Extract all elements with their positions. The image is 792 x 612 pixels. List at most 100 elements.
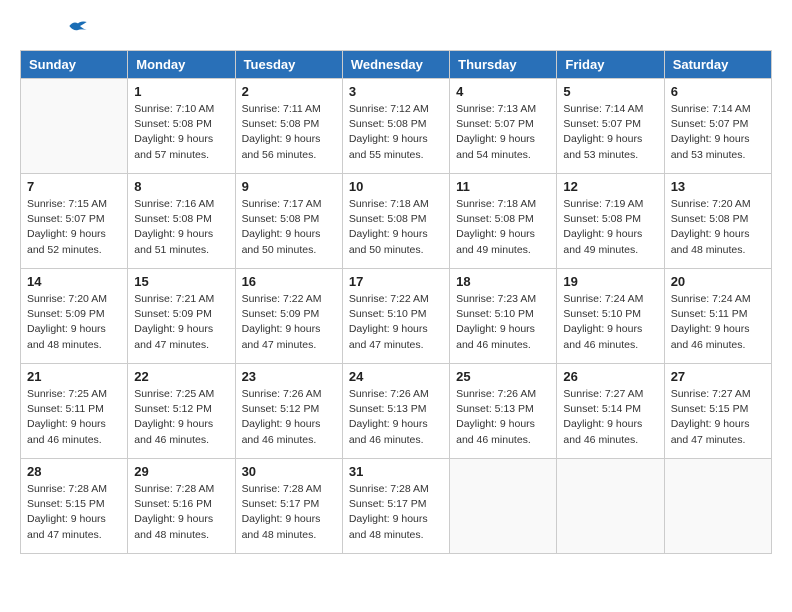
- calendar-header-friday: Friday: [557, 51, 664, 79]
- day-info: Sunrise: 7:20 AM Sunset: 5:08 PM Dayligh…: [671, 197, 765, 258]
- day-number: 10: [349, 179, 443, 194]
- day-info: Sunrise: 7:27 AM Sunset: 5:14 PM Dayligh…: [563, 387, 657, 448]
- day-info: Sunrise: 7:10 AM Sunset: 5:08 PM Dayligh…: [134, 102, 228, 163]
- day-info: Sunrise: 7:28 AM Sunset: 5:17 PM Dayligh…: [349, 482, 443, 543]
- day-info: Sunrise: 7:22 AM Sunset: 5:10 PM Dayligh…: [349, 292, 443, 353]
- calendar-day-cell: 15 Sunrise: 7:21 AM Sunset: 5:09 PM Dayli…: [128, 269, 235, 364]
- day-info: Sunrise: 7:15 AM Sunset: 5:07 PM Dayligh…: [27, 197, 121, 258]
- day-number: 19: [563, 274, 657, 289]
- day-info: Sunrise: 7:25 AM Sunset: 5:11 PM Dayligh…: [27, 387, 121, 448]
- day-number: 3: [349, 84, 443, 99]
- day-info: Sunrise: 7:16 AM Sunset: 5:08 PM Dayligh…: [134, 197, 228, 258]
- day-number: 1: [134, 84, 228, 99]
- calendar-day-cell: 1 Sunrise: 7:10 AM Sunset: 5:08 PM Daylig…: [128, 79, 235, 174]
- day-number: 4: [456, 84, 550, 99]
- day-number: 20: [671, 274, 765, 289]
- calendar-header-wednesday: Wednesday: [342, 51, 449, 79]
- day-info: Sunrise: 7:13 AM Sunset: 5:07 PM Dayligh…: [456, 102, 550, 163]
- calendar-day-cell: 24 Sunrise: 7:26 AM Sunset: 5:13 PM Dayli…: [342, 364, 449, 459]
- calendar-day-cell: 29Sunrise: 7:28 AM Sunset: 5:16 PM Dayli…: [128, 459, 235, 554]
- calendar-day-cell: 14 Sunrise: 7:20 AM Sunset: 5:09 PM Dayli…: [21, 269, 128, 364]
- calendar-day-cell: 22 Sunrise: 7:25 AM Sunset: 5:12 PM Dayli…: [128, 364, 235, 459]
- day-number: 11: [456, 179, 550, 194]
- day-info: Sunrise: 7:28 AM Sunset: 5:15 PM Dayligh…: [27, 482, 121, 543]
- calendar-body: 1 Sunrise: 7:10 AM Sunset: 5:08 PM Daylig…: [21, 79, 772, 554]
- day-number: 12: [563, 179, 657, 194]
- day-info: Sunrise: 7:28 AM Sunset: 5:17 PM Dayligh…: [242, 482, 336, 543]
- day-number: 28: [27, 464, 121, 479]
- calendar-day-cell: 11 Sunrise: 7:18 AM Sunset: 5:08 PM Dayli…: [450, 174, 557, 269]
- calendar-header-tuesday: Tuesday: [235, 51, 342, 79]
- logo-bird-icon: [68, 18, 88, 34]
- calendar-day-cell: 6 Sunrise: 7:14 AM Sunset: 5:07 PM Daylig…: [664, 79, 771, 174]
- calendar-day-cell: 26 Sunrise: 7:27 AM Sunset: 5:14 PM Dayli…: [557, 364, 664, 459]
- calendar-day-cell: [21, 79, 128, 174]
- calendar-table: SundayMondayTuesdayWednesdayThursdayFrid…: [20, 50, 772, 554]
- day-number: 5: [563, 84, 657, 99]
- day-info: Sunrise: 7:18 AM Sunset: 5:08 PM Dayligh…: [349, 197, 443, 258]
- day-number: 15: [134, 274, 228, 289]
- calendar-day-cell: 10 Sunrise: 7:18 AM Sunset: 5:08 PM Dayli…: [342, 174, 449, 269]
- day-number: 31: [349, 464, 443, 479]
- day-number: 22: [134, 369, 228, 384]
- day-info: Sunrise: 7:11 AM Sunset: 5:08 PM Dayligh…: [242, 102, 336, 163]
- calendar-day-cell: 4 Sunrise: 7:13 AM Sunset: 5:07 PM Daylig…: [450, 79, 557, 174]
- day-info: Sunrise: 7:17 AM Sunset: 5:08 PM Dayligh…: [242, 197, 336, 258]
- day-number: 25: [456, 369, 550, 384]
- calendar-day-cell: 30 Sunrise: 7:28 AM Sunset: 5:17 PM Dayli…: [235, 459, 342, 554]
- logo: [20, 20, 88, 34]
- calendar-day-cell: 21 Sunrise: 7:25 AM Sunset: 5:11 PM Dayli…: [21, 364, 128, 459]
- day-info: Sunrise: 7:19 AM Sunset: 5:08 PM Dayligh…: [563, 197, 657, 258]
- day-info: Sunrise: 7:24 AM Sunset: 5:10 PM Dayligh…: [563, 292, 657, 353]
- calendar-day-cell: 2Sunrise: 7:11 AM Sunset: 5:08 PM Daylig…: [235, 79, 342, 174]
- day-number: 18: [456, 274, 550, 289]
- day-info: Sunrise: 7:18 AM Sunset: 5:08 PM Dayligh…: [456, 197, 550, 258]
- calendar-week-row: 14 Sunrise: 7:20 AM Sunset: 5:09 PM Dayli…: [21, 269, 772, 364]
- calendar-week-row: 7 Sunrise: 7:15 AM Sunset: 5:07 PM Daylig…: [21, 174, 772, 269]
- calendar-day-cell: 16Sunrise: 7:22 AM Sunset: 5:09 PM Dayli…: [235, 269, 342, 364]
- calendar-day-cell: 3Sunrise: 7:12 AM Sunset: 5:08 PM Daylig…: [342, 79, 449, 174]
- day-number: 7: [27, 179, 121, 194]
- calendar-day-cell: 13 Sunrise: 7:20 AM Sunset: 5:08 PM Dayli…: [664, 174, 771, 269]
- day-info: Sunrise: 7:20 AM Sunset: 5:09 PM Dayligh…: [27, 292, 121, 353]
- day-number: 17: [349, 274, 443, 289]
- calendar-week-row: 21 Sunrise: 7:25 AM Sunset: 5:11 PM Dayli…: [21, 364, 772, 459]
- day-info: Sunrise: 7:21 AM Sunset: 5:09 PM Dayligh…: [134, 292, 228, 353]
- calendar-day-cell: 5 Sunrise: 7:14 AM Sunset: 5:07 PM Daylig…: [557, 79, 664, 174]
- calendar-day-cell: 31 Sunrise: 7:28 AM Sunset: 5:17 PM Dayli…: [342, 459, 449, 554]
- day-number: 26: [563, 369, 657, 384]
- day-number: 21: [27, 369, 121, 384]
- day-info: Sunrise: 7:14 AM Sunset: 5:07 PM Dayligh…: [671, 102, 765, 163]
- calendar-day-cell: 19 Sunrise: 7:24 AM Sunset: 5:10 PM Dayli…: [557, 269, 664, 364]
- calendar-week-row: 28 Sunrise: 7:28 AM Sunset: 5:15 PM Dayli…: [21, 459, 772, 554]
- day-number: 29: [134, 464, 228, 479]
- page-header: [20, 20, 772, 34]
- calendar-header-thursday: Thursday: [450, 51, 557, 79]
- day-info: Sunrise: 7:23 AM Sunset: 5:10 PM Dayligh…: [456, 292, 550, 353]
- day-info: Sunrise: 7:26 AM Sunset: 5:12 PM Dayligh…: [242, 387, 336, 448]
- calendar-day-cell: [557, 459, 664, 554]
- day-info: Sunrise: 7:24 AM Sunset: 5:11 PM Dayligh…: [671, 292, 765, 353]
- day-number: 23: [242, 369, 336, 384]
- day-info: Sunrise: 7:25 AM Sunset: 5:12 PM Dayligh…: [134, 387, 228, 448]
- day-info: Sunrise: 7:22 AM Sunset: 5:09 PM Dayligh…: [242, 292, 336, 353]
- calendar-day-cell: [664, 459, 771, 554]
- calendar-day-cell: 28 Sunrise: 7:28 AM Sunset: 5:15 PM Dayli…: [21, 459, 128, 554]
- calendar-day-cell: 23 Sunrise: 7:26 AM Sunset: 5:12 PM Dayli…: [235, 364, 342, 459]
- day-number: 14: [27, 274, 121, 289]
- day-number: 13: [671, 179, 765, 194]
- calendar-day-cell: 9 Sunrise: 7:17 AM Sunset: 5:08 PM Daylig…: [235, 174, 342, 269]
- calendar-day-cell: 27Sunrise: 7:27 AM Sunset: 5:15 PM Dayli…: [664, 364, 771, 459]
- day-info: Sunrise: 7:26 AM Sunset: 5:13 PM Dayligh…: [349, 387, 443, 448]
- day-number: 9: [242, 179, 336, 194]
- day-number: 27: [671, 369, 765, 384]
- calendar-day-cell: 17 Sunrise: 7:22 AM Sunset: 5:10 PM Dayli…: [342, 269, 449, 364]
- day-number: 24: [349, 369, 443, 384]
- calendar-day-cell: 25Sunrise: 7:26 AM Sunset: 5:13 PM Dayli…: [450, 364, 557, 459]
- day-info: Sunrise: 7:14 AM Sunset: 5:07 PM Dayligh…: [563, 102, 657, 163]
- calendar-header-row: SundayMondayTuesdayWednesdayThursdayFrid…: [21, 51, 772, 79]
- day-number: 6: [671, 84, 765, 99]
- day-number: 8: [134, 179, 228, 194]
- calendar-day-cell: 12 Sunrise: 7:19 AM Sunset: 5:08 PM Dayli…: [557, 174, 664, 269]
- day-number: 30: [242, 464, 336, 479]
